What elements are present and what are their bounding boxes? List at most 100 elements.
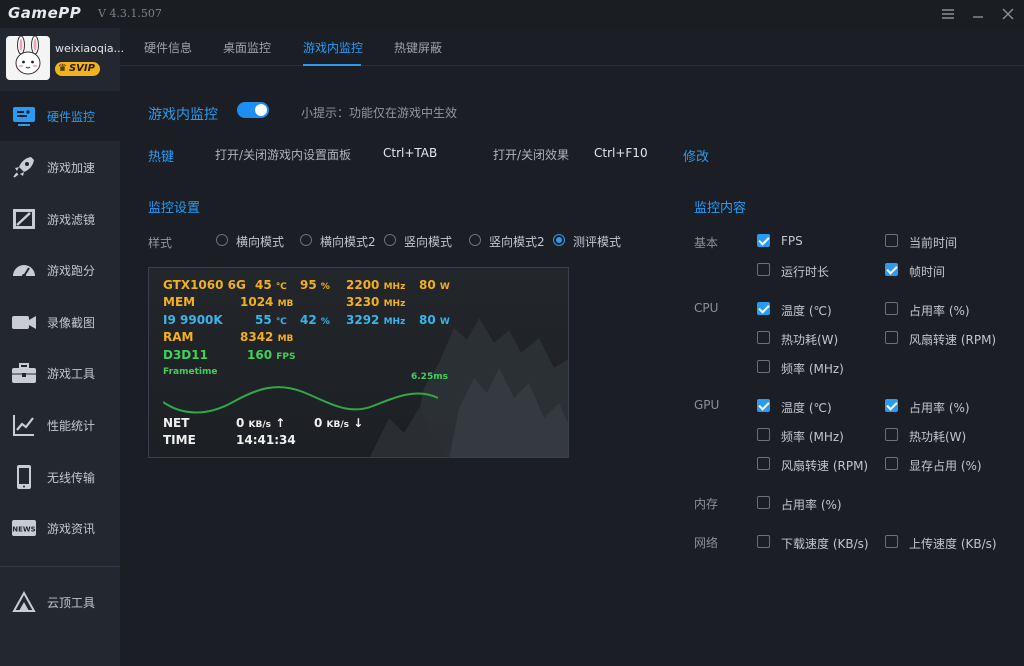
checkbox-network-upload[interactable] xyxy=(885,535,898,548)
label-gpu-power: 热功耗(W) xyxy=(909,430,967,444)
net-label: NET xyxy=(163,416,190,430)
camera-icon xyxy=(10,308,38,336)
sidebar-item-wireless[interactable]: 无线传输 xyxy=(0,452,120,502)
checkbox-gpu-power[interactable] xyxy=(885,428,898,441)
cpu-name: I9 9900K xyxy=(163,313,223,327)
checkbox-cpu-usage[interactable] xyxy=(885,302,898,315)
checkbox-gpu-clock[interactable] xyxy=(757,428,770,441)
rocket-icon xyxy=(10,153,38,181)
label-gpu-clock: 频率 (MHz) xyxy=(781,430,844,444)
menu-icon[interactable] xyxy=(938,4,958,24)
style-radio-vertical-2[interactable] xyxy=(469,234,481,246)
group-network-label: 网络 xyxy=(694,536,719,550)
checkbox-gpu-usage[interactable] xyxy=(885,399,898,412)
sidebar-item-game-tools[interactable]: 游戏工具 xyxy=(0,348,120,398)
checkbox-cpu-fan[interactable] xyxy=(885,331,898,344)
hotkey-effect-key: Ctrl+F10 xyxy=(594,146,648,160)
tab-hardware-info[interactable]: 硬件信息 xyxy=(144,39,192,56)
checkbox-cpu-temp[interactable] xyxy=(757,302,770,315)
label-basic-frametime: 帧时间 xyxy=(909,265,946,279)
cpu-temp: 55 ℃ xyxy=(255,313,287,327)
label-basic-runtime: 运行时长 xyxy=(781,265,830,279)
sidebar-item-hardware-monitor[interactable]: 硬件监控 xyxy=(0,91,120,141)
gpu-temp: 45 ℃ xyxy=(255,278,287,292)
checkbox-network-download[interactable] xyxy=(757,535,770,548)
style-radio-benchmark[interactable] xyxy=(553,234,565,246)
label-basic-current-time: 当前时间 xyxy=(909,236,958,250)
checkbox-gpu-temp[interactable] xyxy=(757,399,770,412)
group-gpu-label: GPU xyxy=(694,398,720,412)
tablet-icon xyxy=(10,463,38,491)
sidebar-item-benchmark[interactable]: 游戏跑分 xyxy=(0,245,120,295)
frametime-graph xyxy=(163,386,438,414)
hotkey-settings-label: 打开/关闭游戏内设置面板 xyxy=(215,148,352,162)
cpu-clock: 3292 MHz xyxy=(346,313,406,327)
sidebar-item-news[interactable]: NEWS 游戏资讯 xyxy=(0,503,120,553)
gpu-clock: 2200 MHz xyxy=(346,278,406,292)
style-label-benchmark: 测评模式 xyxy=(573,235,622,249)
label-gpu-temp: 温度 (℃) xyxy=(781,401,832,415)
toolbox-icon xyxy=(10,359,38,387)
title-bar: GamePP V 4.3.1.507 xyxy=(0,0,1024,28)
filter-icon xyxy=(10,205,38,233)
time-value: 14:41:34 xyxy=(236,433,296,447)
label-basic-fps: FPS xyxy=(781,234,803,248)
label-memory-usage: 占用率 (%) xyxy=(781,498,842,512)
style-radio-horizontal[interactable] xyxy=(216,234,228,246)
d3d-name: D3D11 xyxy=(163,348,208,362)
style-label-horizontal: 横向模式 xyxy=(236,235,285,249)
close-icon[interactable] xyxy=(998,4,1018,24)
overlay-preview: GTX1060 6G 45 ℃ 95 % 2200 MHz 80 W MEM 1… xyxy=(148,267,569,458)
tab-hotkey-block[interactable]: 热键屏蔽 xyxy=(394,39,442,56)
avatar[interactable] xyxy=(6,36,50,80)
ram-name: RAM xyxy=(163,330,194,344)
style-label-horizontal-2: 横向模式2 xyxy=(320,235,376,249)
cpu-usage: 42 % xyxy=(300,313,330,327)
monitor-content-title: 监控内容 xyxy=(694,201,747,216)
fps-value: 160 FPS xyxy=(247,348,296,362)
tab-ingame-monitor[interactable]: 游戏内监控 xyxy=(303,39,363,56)
sidebar-item-recording[interactable]: 录像截图 xyxy=(0,297,120,347)
checkbox-basic-fps[interactable] xyxy=(757,234,770,247)
sidebar-item-game-boost[interactable]: 游戏加速 xyxy=(0,142,120,192)
label-gpu-fan: 风扇转速 (RPM) xyxy=(781,459,869,473)
checkbox-basic-current-time[interactable] xyxy=(885,234,898,247)
toggle-knob xyxy=(255,104,267,116)
app-logo: GamePP xyxy=(8,4,82,22)
app-version: V 4.3.1.507 xyxy=(98,7,162,20)
checkbox-cpu-clock[interactable] xyxy=(757,360,770,373)
tab-desktop-monitor[interactable]: 桌面监控 xyxy=(223,39,271,56)
hardware-monitor-icon xyxy=(10,102,38,130)
checkbox-memory-usage[interactable] xyxy=(757,496,770,509)
net-download: 0 KB/s ↓ xyxy=(314,416,364,430)
label-network-download: 下载速度 (KB/s) xyxy=(781,537,869,551)
sidebar-item-cloud-tool[interactable]: 云顶工具 xyxy=(0,577,120,627)
page-title: 游戏内监控 xyxy=(148,107,218,123)
ingame-monitor-toggle[interactable] xyxy=(237,102,269,118)
mem-name: MEM xyxy=(163,295,196,309)
group-basic-label: 基本 xyxy=(694,236,719,250)
svg-text:NEWS: NEWS xyxy=(12,526,35,534)
monitor-settings-title: 监控设置 xyxy=(148,201,201,216)
modify-hotkey-link[interactable]: 修改 xyxy=(683,146,709,165)
minimize-icon[interactable] xyxy=(968,4,988,24)
label-cpu-clock: 频率 (MHz) xyxy=(781,362,844,376)
label-network-upload: 上传速度 (KB/s) xyxy=(909,537,997,551)
user-panel[interactable]: weixiaoqia... ♛ SVIP xyxy=(0,28,124,90)
chart-icon xyxy=(10,411,38,439)
checkbox-gpu-fan[interactable] xyxy=(757,457,770,470)
sidebar-item-stats[interactable]: 性能统计 xyxy=(0,400,120,450)
checkbox-basic-frametime[interactable] xyxy=(885,263,898,276)
sidebar-item-game-filter[interactable]: 游戏滤镜 xyxy=(0,194,120,244)
label-cpu-temp: 温度 (℃) xyxy=(781,304,832,318)
checkbox-basic-runtime[interactable] xyxy=(757,263,770,276)
hotkey-label: 热键 xyxy=(148,150,175,165)
checkbox-gpu-vram[interactable] xyxy=(885,457,898,470)
time-label: TIME xyxy=(163,433,196,447)
hint-text: 小提示：功能仅在游戏中生效 xyxy=(301,106,458,120)
checkbox-cpu-power[interactable] xyxy=(757,331,770,344)
style-radio-horizontal-2[interactable] xyxy=(300,234,312,246)
hotkey-settings-key: Ctrl+TAB xyxy=(383,146,438,160)
style-radio-vertical[interactable] xyxy=(384,234,396,246)
svip-badge: ♛ SVIP xyxy=(55,62,100,76)
